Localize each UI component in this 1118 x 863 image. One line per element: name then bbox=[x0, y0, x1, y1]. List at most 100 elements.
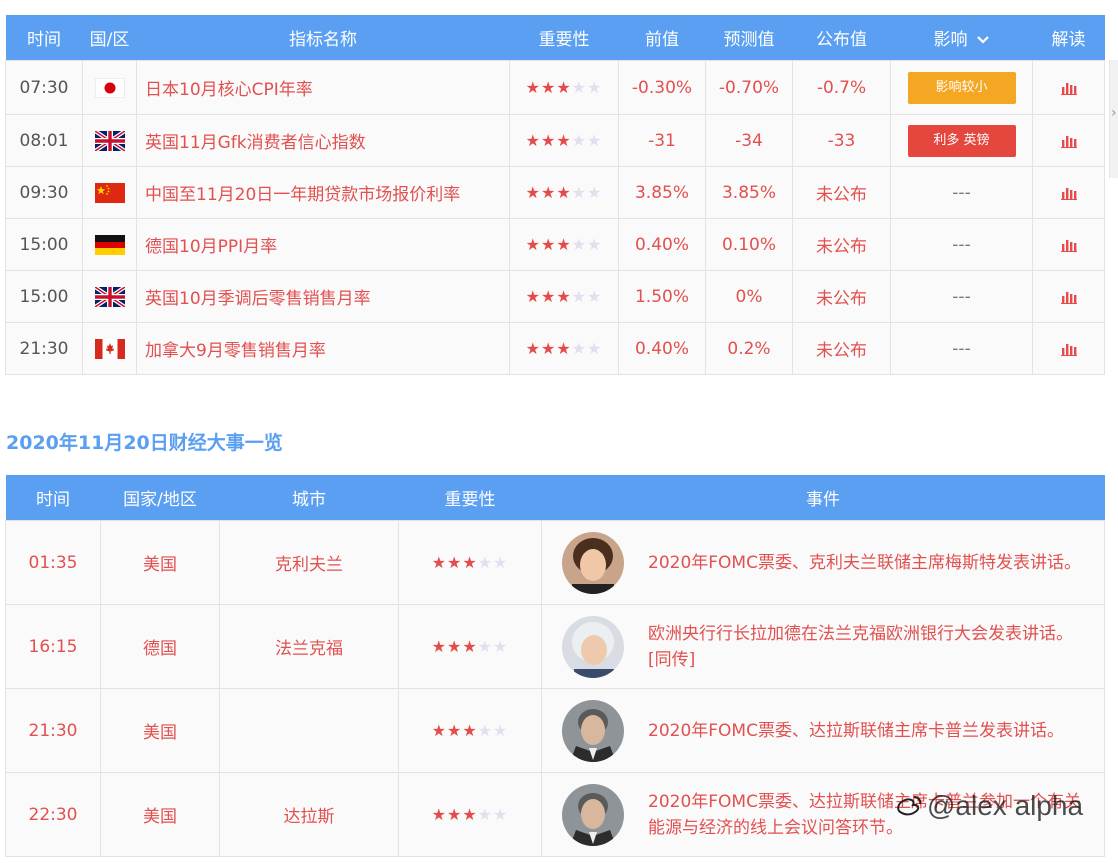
star-empty-icon: ★ bbox=[571, 286, 588, 306]
event-country: 美国 bbox=[100, 772, 220, 857]
star-filled-icon: ★ bbox=[431, 720, 447, 740]
star-empty-icon: ★ bbox=[477, 804, 494, 824]
bar-chart-icon[interactable] bbox=[1060, 290, 1077, 304]
event-row: 16:15 德国 法兰克福 ★★★★★ 欧洲央行行长拉加德在法兰克福欧洲银行大会发表讲话… bbox=[5, 604, 1105, 689]
importance-stars: ★★★★★ bbox=[509, 114, 619, 167]
star-empty-icon: ★ bbox=[477, 552, 494, 572]
ev-header-city: 城市 bbox=[219, 475, 399, 521]
importance-stars: ★★★★★ bbox=[509, 60, 619, 115]
row-interpret bbox=[1032, 270, 1105, 323]
star-filled-icon: ★ bbox=[540, 130, 557, 150]
watermark-text: @alex alpha bbox=[927, 790, 1084, 821]
star-filled-icon: ★ bbox=[556, 338, 572, 358]
star-filled-icon: ★ bbox=[540, 286, 557, 306]
star-filled-icon: ★ bbox=[446, 804, 463, 824]
indicator-name-link[interactable]: 英国11月Gfk消费者信心指数 bbox=[136, 114, 510, 167]
row-impact: --- bbox=[890, 270, 1033, 323]
ca-flag-icon bbox=[94, 338, 125, 359]
calendar-row: 09:30 中国至11月20日一年期贷款市场报价利率 ★★★★★ 3.85% 3.85%… bbox=[5, 166, 1105, 219]
row-actual: 未公布 bbox=[792, 166, 891, 219]
star-filled-icon: ★ bbox=[525, 286, 541, 306]
chevron-down-icon bbox=[976, 36, 989, 44]
indicator-name-link[interactable]: 日本10月核心CPI年率 bbox=[136, 60, 510, 115]
impact-none: --- bbox=[952, 182, 971, 203]
event-importance-stars: ★★★★★ bbox=[398, 520, 542, 605]
event-city: 克利夫兰 bbox=[219, 520, 399, 605]
row-interpret bbox=[1032, 218, 1105, 271]
calendar-header-row: 时间 国/区 指标名称 重要性 前值 预测值 公布值 影响 解读 bbox=[5, 15, 1105, 61]
event-description[interactable]: 2020年FOMC票委、克利夫兰联储主席梅斯特发表讲话。 bbox=[648, 550, 1101, 576]
event-time: 22:30 bbox=[5, 772, 101, 857]
indicator-name-link[interactable]: 德国10月PPI月率 bbox=[136, 218, 510, 271]
row-interpret bbox=[1032, 60, 1105, 115]
star-empty-icon: ★ bbox=[587, 286, 603, 306]
header-interpret: 解读 bbox=[1032, 15, 1105, 61]
star-filled-icon: ★ bbox=[431, 804, 447, 824]
indicator-name-link[interactable]: 加拿大9月零售销售月率 bbox=[136, 322, 510, 375]
cn-flag-icon bbox=[94, 182, 125, 203]
indicator-name-link[interactable]: 英国10月季调后零售销售月率 bbox=[136, 270, 510, 323]
row-previous: 0.40% bbox=[618, 218, 706, 271]
calendar-body: 07:30 日本10月核心CPI年率 ★★★★★ -0.30% -0.70% -0.7% 影… bbox=[5, 60, 1105, 375]
star-empty-icon: ★ bbox=[571, 130, 588, 150]
bar-chart-icon[interactable] bbox=[1060, 134, 1077, 148]
impact-badge: 影响较小 bbox=[907, 71, 1016, 104]
row-region bbox=[82, 60, 137, 115]
event-importance-stars: ★★★★★ bbox=[398, 772, 542, 857]
star-empty-icon: ★ bbox=[571, 338, 588, 358]
speaker-avatar bbox=[562, 531, 624, 594]
star-filled-icon: ★ bbox=[525, 77, 541, 97]
bar-chart-icon[interactable] bbox=[1060, 342, 1077, 356]
event-city: 达拉斯 bbox=[219, 772, 399, 857]
star-empty-icon: ★ bbox=[587, 338, 603, 358]
calendar-row: 08:01 英国11月Gfk消费者信心指数 ★★★★★ -31 -34 -33 利多 英镑 bbox=[5, 114, 1105, 167]
event-description[interactable]: 2020年FOMC票委、达拉斯联储主席卡普兰发表讲话。 bbox=[648, 718, 1084, 744]
bar-chart-icon[interactable] bbox=[1060, 81, 1077, 95]
event-cell: 2020年FOMC票委、克利夫兰联储主席梅斯特发表讲话。 bbox=[541, 520, 1105, 605]
header-forecast: 预测值 bbox=[705, 15, 793, 61]
star-empty-icon: ★ bbox=[493, 720, 509, 740]
chevron-right-icon: › bbox=[1111, 105, 1117, 121]
impact-filter-dropdown[interactable]: 影响 bbox=[890, 15, 1033, 61]
star-filled-icon: ★ bbox=[540, 182, 557, 202]
ev-header-country: 国家/地区 bbox=[100, 475, 220, 521]
event-importance-stars: ★★★★★ bbox=[398, 604, 542, 689]
star-filled-icon: ★ bbox=[525, 234, 541, 254]
bar-chart-icon[interactable] bbox=[1060, 238, 1077, 252]
row-previous: 0.40% bbox=[618, 322, 706, 375]
star-empty-icon: ★ bbox=[571, 182, 588, 202]
watermark: @alex alpha bbox=[893, 790, 1083, 822]
header-time: 时间 bbox=[5, 15, 83, 61]
row-actual: 未公布 bbox=[792, 218, 891, 271]
indicator-name-link[interactable]: 中国至11月20日一年期贷款市场报价利率 bbox=[136, 166, 510, 219]
event-time: 21:30 bbox=[5, 688, 101, 773]
star-filled-icon: ★ bbox=[431, 552, 447, 572]
star-empty-icon: ★ bbox=[477, 636, 494, 656]
star-empty-icon: ★ bbox=[587, 77, 603, 97]
event-description[interactable]: 欧洲央行行长拉加德在法兰克福欧洲银行大会发表讲话。[同传] bbox=[648, 621, 1104, 673]
header-actual: 公布值 bbox=[792, 15, 891, 61]
event-country: 美国 bbox=[100, 520, 220, 605]
row-region bbox=[82, 270, 137, 323]
row-time: 07:30 bbox=[5, 60, 83, 115]
header-impact: 影响 bbox=[933, 30, 968, 50]
row-actual: -33 bbox=[792, 114, 891, 167]
calendar-row: 15:00 英国10月季调后零售销售月率 ★★★★★ 1.50% 0% 未公布 --- bbox=[5, 270, 1105, 323]
star-filled-icon: ★ bbox=[446, 720, 463, 740]
row-impact: 影响较小 bbox=[890, 60, 1033, 115]
importance-stars: ★★★★★ bbox=[509, 322, 619, 375]
row-impact: --- bbox=[890, 218, 1033, 271]
row-region bbox=[82, 322, 137, 375]
star-empty-icon: ★ bbox=[493, 552, 509, 572]
bar-chart-icon[interactable] bbox=[1060, 186, 1077, 200]
row-time: 21:30 bbox=[5, 322, 83, 375]
side-scroll-arrow[interactable]: › bbox=[1109, 60, 1118, 178]
star-filled-icon: ★ bbox=[446, 636, 463, 656]
row-previous: -31 bbox=[618, 114, 706, 167]
header-indicator: 指标名称 bbox=[136, 15, 510, 61]
star-filled-icon: ★ bbox=[556, 286, 572, 306]
event-city: 法兰克福 bbox=[219, 604, 399, 689]
row-forecast: 0% bbox=[705, 270, 793, 323]
row-previous: -0.30% bbox=[618, 60, 706, 115]
header-region: 国/区 bbox=[82, 15, 137, 61]
